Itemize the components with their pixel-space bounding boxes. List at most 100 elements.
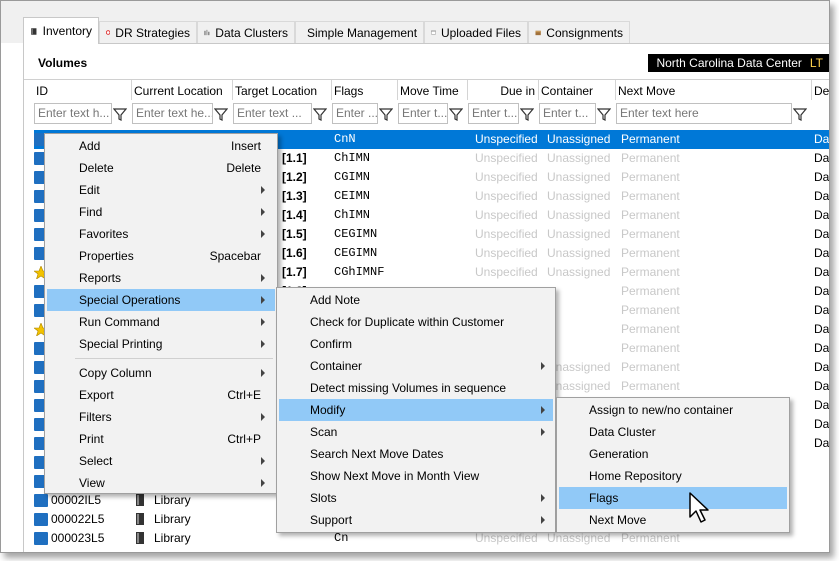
modify-menu-item[interactable]: Home Repository [559, 465, 787, 487]
menu-item-label: Generation [589, 447, 649, 461]
column-header[interactable]: Container [541, 84, 612, 102]
filter-funnel-icon[interactable] [214, 107, 228, 121]
context-menu-item[interactable]: Special Printing [47, 333, 275, 355]
due-in-cell: Unspecified [475, 189, 538, 203]
filter-funnel-icon[interactable] [313, 107, 327, 121]
menu-item-label: Run Command [79, 315, 160, 329]
next-move-cell: Permanent [621, 151, 680, 165]
target-location-cell: [1.7] [282, 265, 307, 279]
column-filter-input[interactable]: Enter t... [398, 103, 448, 124]
column-header[interactable]: Target Location [235, 84, 328, 102]
column-filter-input[interactable]: Enter t... [468, 103, 519, 124]
description-cell: Data [814, 398, 830, 412]
volume-id-cell: 000023L5 [51, 531, 105, 545]
column-header[interactable]: Desc [814, 84, 829, 102]
menu-item-label: Search Next Move Dates [310, 447, 444, 461]
submenu-arrow-icon [261, 479, 265, 487]
submenu-arrow-icon [261, 457, 265, 465]
flags-cell: ChIMN [334, 151, 371, 165]
tab-simple-management[interactable]: Simple Management [295, 21, 424, 43]
context-menu-item[interactable]: Properties Spacebar [47, 245, 275, 267]
filter-funnel-icon[interactable] [449, 107, 463, 121]
column-filter-input[interactable]: Enter text here [616, 103, 792, 124]
column-filter-input[interactable]: Enter text h... [34, 103, 112, 124]
filter-funnel-icon[interactable] [520, 107, 534, 121]
column-header[interactable]: ID [36, 84, 128, 102]
menu-item-label: Assign to new/no container [589, 403, 734, 417]
special-operations-item[interactable]: Search Next Move Dates [279, 443, 553, 465]
tab-uploaded-files[interactable]: Uploaded Files [424, 21, 528, 43]
due-in-cell: Unspecified [475, 132, 538, 146]
context-menu-item[interactable]: Reports [47, 267, 275, 289]
context-menu-item[interactable]: Copy Column [47, 362, 275, 384]
context-menu-item[interactable]: Favorites [47, 223, 275, 245]
container-cell: Unassigned [547, 151, 611, 165]
context-menu-item[interactable]: Run Command [47, 311, 275, 333]
description-cell: Data [814, 360, 830, 374]
context-menu-item[interactable]: Delete Delete [47, 157, 275, 179]
tab-consignments[interactable]: Consignments [528, 21, 630, 43]
container-cell: Unassigned [547, 379, 611, 393]
column-header[interactable]: Current Location [134, 84, 229, 102]
tab-dr-strategies[interactable]: DR Strategies [99, 21, 197, 43]
column-header[interactable]: Flags [334, 84, 394, 102]
modify-menu-item[interactable]: Data Cluster [559, 421, 787, 443]
filter-funnel-icon[interactable] [597, 107, 611, 121]
modify-menu-item[interactable]: Generation [559, 443, 787, 465]
target-location-cell: [1.5] [282, 227, 307, 241]
filter-funnel-icon[interactable] [793, 107, 807, 121]
tab-inventory[interactable]: Inventory [23, 17, 99, 44]
context-menu-item[interactable]: Add Insert [47, 135, 275, 157]
filter-funnel-icon[interactable] [379, 107, 393, 121]
due-in-cell: Unspecified [475, 246, 538, 260]
context-menu-item[interactable]: Special Operations [47, 289, 275, 311]
special-operations-item[interactable]: Support [279, 509, 553, 531]
special-operations-item[interactable]: Slots [279, 487, 553, 509]
column-filter-input[interactable]: Enter text he... [132, 103, 213, 124]
menu-item-label: Find [79, 205, 103, 219]
modify-menu-item[interactable]: Flags [559, 487, 787, 509]
column-header[interactable]: Due in [470, 84, 535, 102]
column-header[interactable]: Move Time [400, 84, 464, 102]
column-filter-input[interactable]: Enter text ... [233, 103, 312, 124]
next-move-cell: Permanent [621, 208, 680, 222]
column-filter-input[interactable]: Enter ... [332, 103, 378, 124]
column-divider[interactable] [538, 80, 539, 100]
context-menu-item[interactable]: Select [47, 450, 275, 472]
menu-item-label: View [79, 476, 105, 490]
context-menu-item[interactable]: Find [47, 201, 275, 223]
column-divider[interactable] [615, 80, 616, 100]
context-menu-item[interactable]: Filters [47, 406, 275, 428]
context-menu-item[interactable]: Edit [47, 179, 275, 201]
special-operations-item[interactable]: Scan [279, 421, 553, 443]
context-menu-item[interactable]: Print Ctrl+P [47, 428, 275, 450]
column-divider[interactable] [331, 80, 332, 100]
special-operations-item[interactable]: Check for Duplicate within Customer [279, 311, 553, 333]
menu-item-label: Add Note [310, 293, 361, 307]
column-divider[interactable] [397, 80, 398, 100]
container-cell: Unassigned [547, 208, 611, 222]
special-operations-item[interactable]: Detect missing Volumes in sequence [279, 377, 553, 399]
special-operations-item[interactable]: Add Note [279, 289, 553, 311]
column-divider[interactable] [232, 80, 233, 100]
menu-item-label: Support [310, 513, 353, 527]
column-filter-input[interactable]: Enter t... [539, 103, 596, 124]
context-menu-item[interactable]: Export Ctrl+E [47, 384, 275, 406]
special-operations-item[interactable]: Container [279, 355, 553, 377]
tab-strip: Inventory DR Strategies Data Clusters Si… [1, 1, 829, 44]
column-divider[interactable] [131, 80, 132, 100]
modify-menu-item[interactable]: Assign to new/no container [559, 399, 787, 421]
context-menu-item[interactable]: View [47, 472, 275, 494]
filter-funnel-icon[interactable] [113, 107, 127, 121]
column-divider[interactable] [467, 80, 468, 100]
special-operations-item[interactable]: Modify [279, 399, 553, 421]
flags-cell: CnN [334, 132, 356, 146]
column-header[interactable]: Next Move [618, 84, 808, 102]
special-operations-item[interactable]: Show Next Move in Month View [279, 465, 553, 487]
tab-data-clusters[interactable]: Data Clusters [197, 21, 295, 43]
due-in-cell: Unspecified [475, 170, 538, 184]
column-divider[interactable] [811, 80, 812, 100]
menu-item-shortcut: Insert [230, 139, 261, 153]
modify-menu-item[interactable]: Next Move [559, 509, 787, 531]
special-operations-item[interactable]: Confirm [279, 333, 553, 355]
